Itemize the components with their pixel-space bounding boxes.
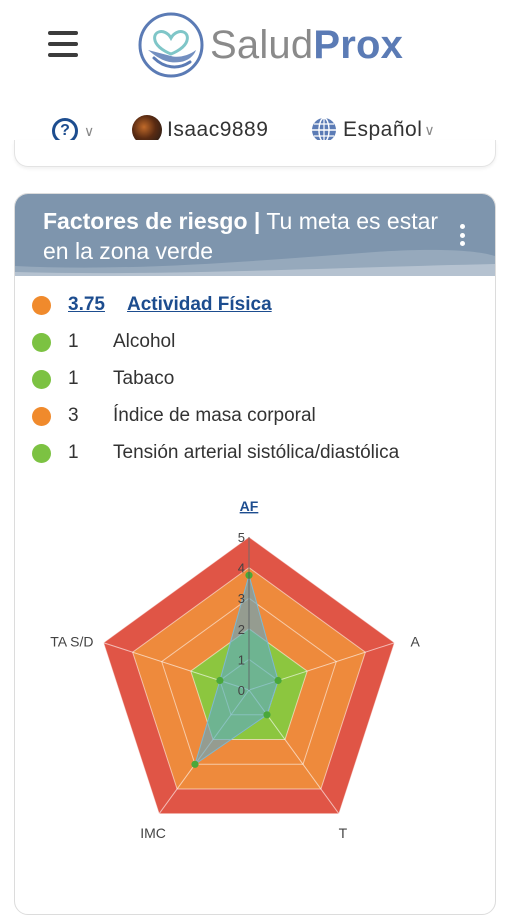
saludprox-logo[interactable]: SaludProx xyxy=(138,12,403,78)
axis-label[interactable]: AF xyxy=(240,500,259,514)
status-dot xyxy=(32,369,51,389)
data-point xyxy=(216,676,224,685)
tick-label: 3 xyxy=(238,591,245,606)
data-point xyxy=(191,760,199,768)
data-point xyxy=(263,711,271,719)
axis-label: A xyxy=(411,634,421,650)
tick-label: 1 xyxy=(238,652,245,667)
top-bar: SaludProx xyxy=(0,0,507,90)
risk-factor-row[interactable]: 3.75 Actividad Física xyxy=(15,290,495,320)
axis-label: TA S/D xyxy=(50,634,93,650)
risk-factor-row: 1 Alcohol xyxy=(15,327,495,357)
previous-card-edge xyxy=(14,140,496,167)
risk-factor-row: 1 Tabaco xyxy=(15,364,495,394)
tick-label: 5 xyxy=(238,530,245,545)
data-point xyxy=(274,676,282,685)
menu-icon[interactable] xyxy=(48,31,78,57)
risk-factor-label: Índice de masa corporal xyxy=(113,405,316,426)
risk-factors-card: Factores de riesgo | Tu meta es estar en… xyxy=(14,193,496,915)
risk-radar-chart: 0 1 2 3 4 5 AF A T IMC TA S/D xyxy=(50,500,421,840)
risk-factor-score: 3 xyxy=(68,405,79,426)
chevron-down-icon: ∨ xyxy=(84,122,95,139)
logo-hands-heart-icon xyxy=(138,12,204,78)
axis-label: IMC xyxy=(140,825,166,840)
risk-factor-row: 3 Índice de masa corporal xyxy=(15,401,495,431)
username: Isaac9889 xyxy=(167,118,269,141)
risk-factor-label: Tensión arterial sistólica/diastólica xyxy=(113,442,400,463)
status-dot xyxy=(32,406,51,426)
more-options-icon[interactable] xyxy=(458,224,466,250)
risk-factor-score: 1 xyxy=(68,331,79,352)
tick-label: 4 xyxy=(238,561,245,576)
language-label: Español xyxy=(343,118,423,141)
risk-factor-label: Tabaco xyxy=(113,368,175,389)
axis-label: T xyxy=(339,825,348,840)
risk-factor-label[interactable]: Actividad Física xyxy=(127,294,272,316)
tick-label: 0 xyxy=(238,683,245,698)
status-dot xyxy=(32,443,51,463)
risk-factor-score[interactable]: 3.75 xyxy=(68,294,105,316)
risk-factor-score: 1 xyxy=(68,442,79,463)
card-title: Factores de riesgo | Tu meta es estar en… xyxy=(43,208,439,264)
risk-factor-row: 1 Tensión arterial sistólica/diastólica xyxy=(15,438,495,468)
chevron-down-icon: ∨ xyxy=(424,121,435,138)
risk-factor-score: 1 xyxy=(68,368,79,389)
logo-text: SaludProx xyxy=(210,23,404,67)
risk-factor-label: Alcohol xyxy=(113,331,176,352)
status-dot xyxy=(32,295,51,315)
status-dot xyxy=(32,332,51,352)
card-header: Factores de riesgo | Tu meta es estar en… xyxy=(15,194,495,276)
tick-label: 2 xyxy=(238,622,245,637)
